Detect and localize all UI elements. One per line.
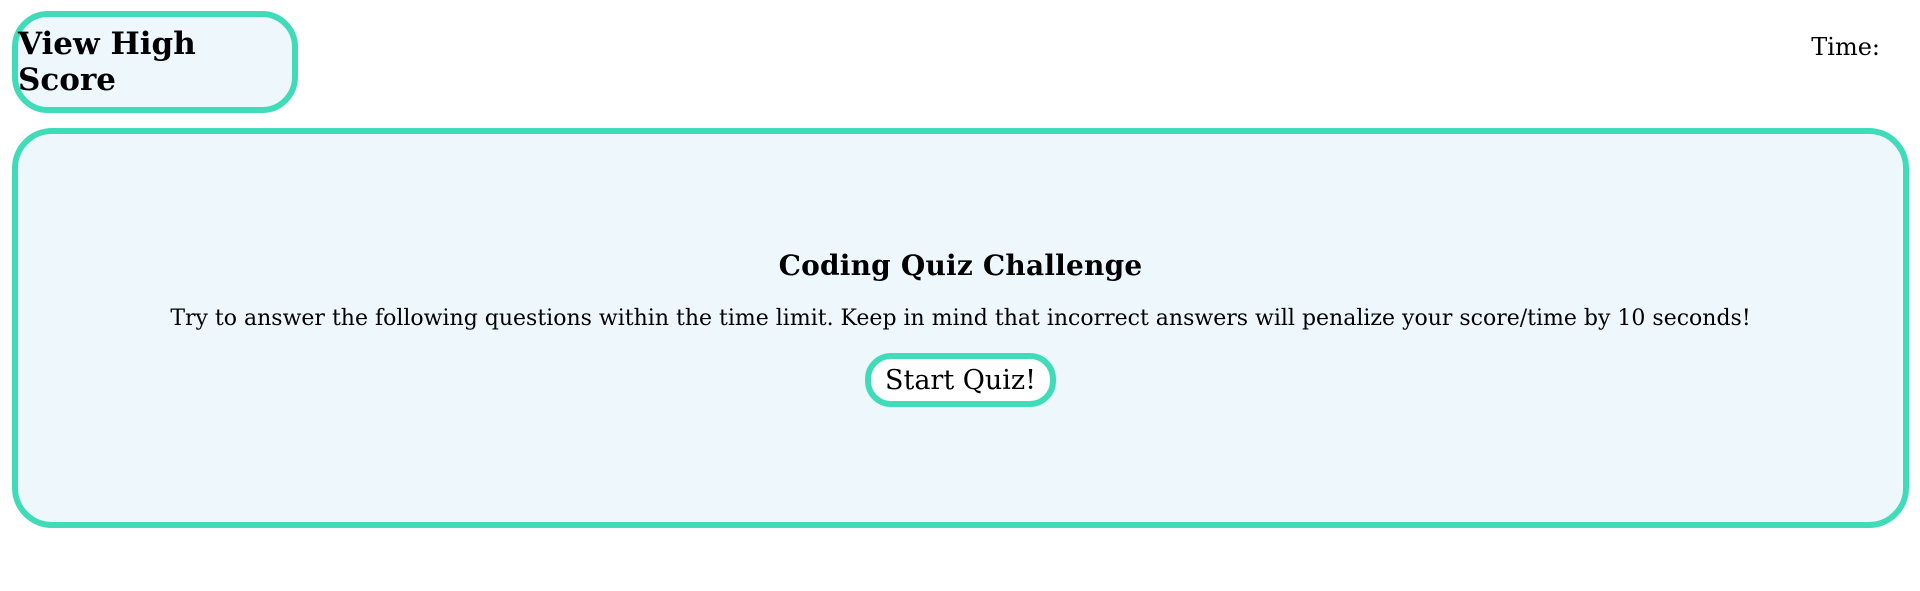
view-high-score-button[interactable]: View High Score xyxy=(12,11,298,113)
timer: Time: xyxy=(1811,33,1886,61)
header: View High Score Time: xyxy=(0,0,1920,127)
quiz-description: Try to answer the following questions wi… xyxy=(170,306,1751,331)
start-quiz-button[interactable]: Start Quiz! xyxy=(864,353,1057,407)
quiz-title: Coding Quiz Challenge xyxy=(778,249,1143,282)
timer-label: Time: xyxy=(1811,33,1880,61)
quiz-intro-panel: Coding Quiz Challenge Try to answer the … xyxy=(12,128,1909,528)
